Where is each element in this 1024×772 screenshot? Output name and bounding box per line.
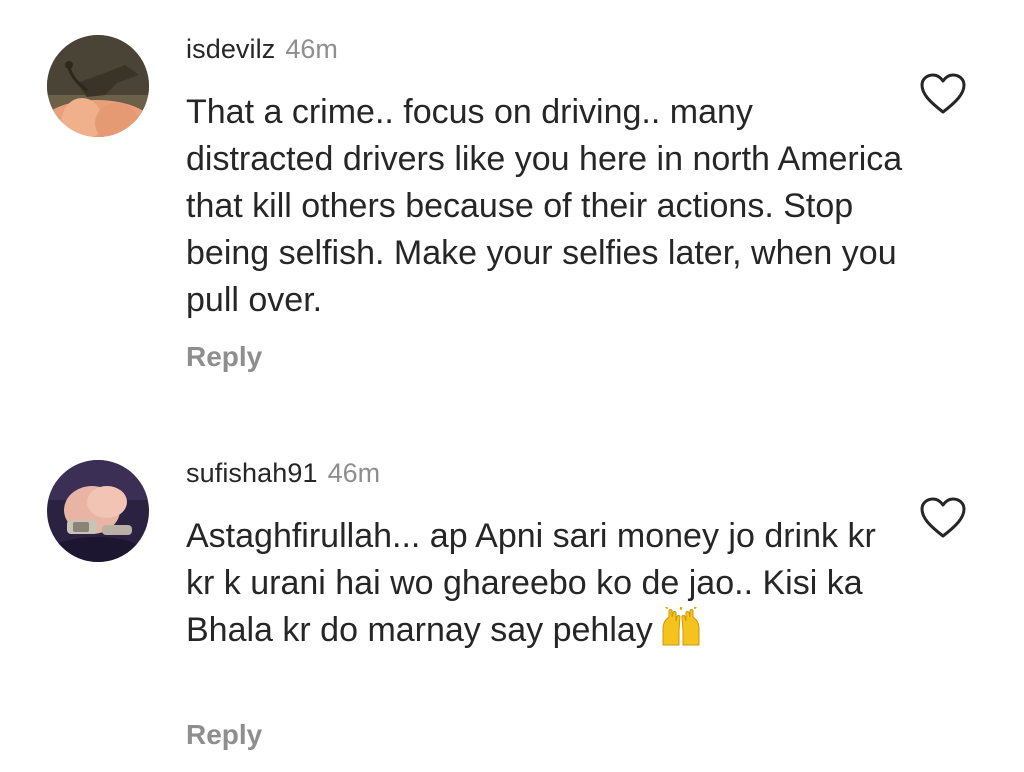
heart-outline-icon	[920, 73, 966, 114]
heart-outline-icon	[920, 497, 966, 538]
timestamp: 46m	[327, 458, 381, 488]
avatar-hand-dragon-icon	[47, 35, 149, 137]
username[interactable]: sufishah91	[186, 458, 318, 488]
timestamp: 46m	[285, 34, 338, 64]
avatar-clasped-hands-watch-icon	[47, 460, 149, 562]
reply-button[interactable]: Reply	[186, 719, 262, 751]
comment-meta: sufishah91 46m	[186, 458, 380, 489]
like-button[interactable]	[920, 497, 966, 539]
raised-hands-emoji-icon	[659, 604, 703, 660]
like-button[interactable]	[920, 73, 966, 115]
avatar[interactable]	[47, 460, 149, 562]
comment-text-content: Astaghfirullah... ap Apni sari money jo …	[186, 517, 876, 649]
reply-button[interactable]: Reply	[186, 341, 262, 373]
comment-text: That a crime.. focus on driving.. many d…	[186, 93, 903, 319]
comment-text: Astaghfirullah... ap Apni sari money jo …	[186, 513, 906, 660]
username[interactable]: isdevilz	[186, 34, 275, 64]
avatar[interactable]	[47, 35, 149, 137]
comment-meta: isdevilz 46m	[186, 34, 338, 65]
